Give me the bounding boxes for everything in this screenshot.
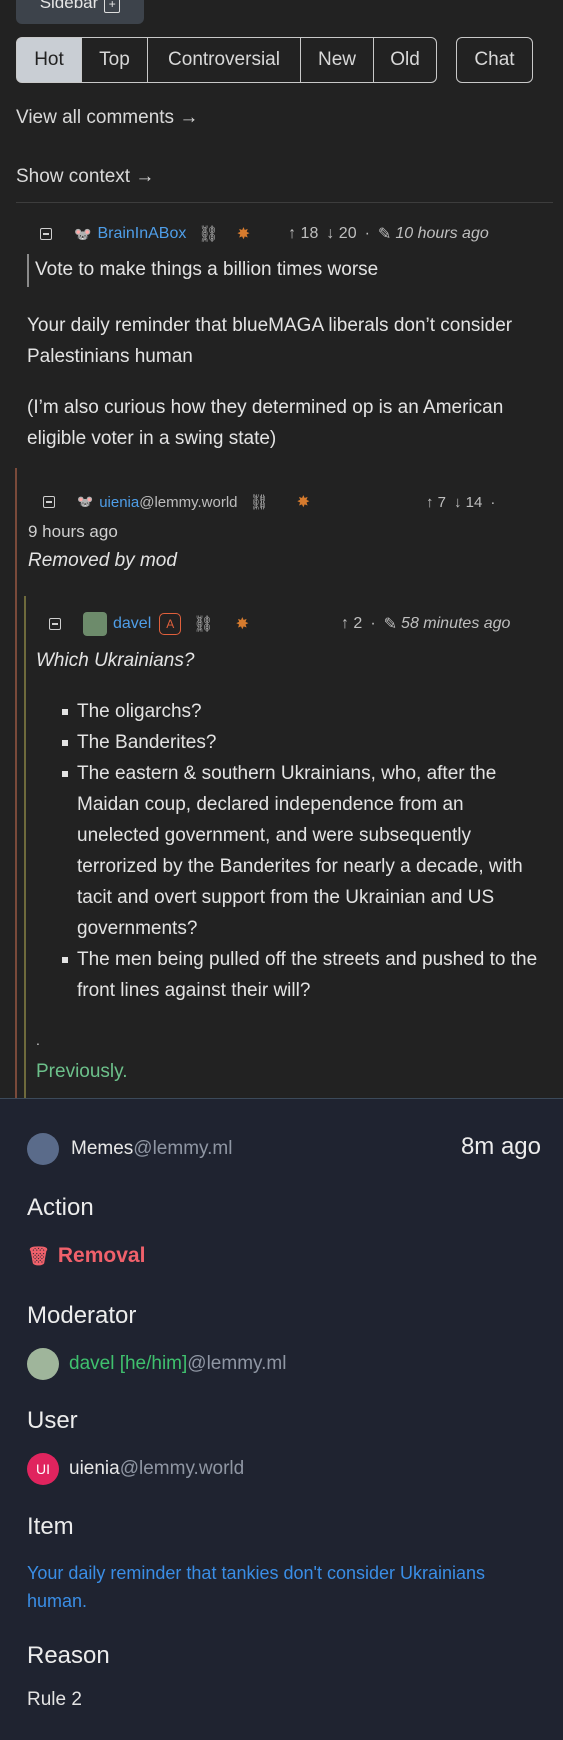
admin-badge: A <box>159 613 182 635</box>
comment1-paragraph2: (I’m also curious how they determined op… <box>27 397 504 449</box>
tab-top[interactable]: Top <box>82 37 148 83</box>
reason-heading: Reason <box>27 1642 110 1669</box>
sort-tabs: Hot Top Controversial New Old <box>16 37 437 83</box>
user-avatar-badge: UI <box>27 1453 59 1485</box>
collapse-icon[interactable] <box>43 496 55 508</box>
moderator-link[interactable]: davel [he/him] @lemmy.ml <box>27 1348 286 1380</box>
comment2-time: 9 hours ago <box>28 522 118 541</box>
previously-link[interactable]: Previously. <box>36 1061 128 1083</box>
sidebar-button-label: Sidebar <box>39 0 99 12</box>
show-context-link[interactable]: Show context → <box>16 166 154 188</box>
user-instance: @lemmy.world <box>119 1458 245 1479</box>
edit-icon: ✎ <box>383 616 398 633</box>
user-link[interactable]: UI uienia @lemmy.world <box>27 1453 244 1485</box>
reason-value: Rule 2 <box>27 1689 82 1710</box>
quote-bar <box>27 254 29 287</box>
link-icon[interactable]: ⛓ <box>193 614 213 634</box>
comment2-removed: Removed by mod <box>28 550 177 571</box>
modlog-panel: Memes @lemmy.ml 8m ago Action 🗑 Removal M… <box>0 1098 563 1740</box>
chat-button[interactable]: Chat <box>456 37 533 83</box>
action-value: 🗑 Removal <box>27 1244 145 1268</box>
community-instance: @lemmy.ml <box>133 1138 233 1159</box>
comment1-header: 🐭 BrainInABox ⛓ ✸ ↑ 18 ↓ 20 · ✎ 10 hours… <box>40 224 489 244</box>
comment3-upvotes[interactable]: ↑ 2 <box>341 615 362 633</box>
moderator-heading: Moderator <box>27 1302 137 1329</box>
item-heading: Item <box>27 1513 74 1540</box>
comment2-instance: @lemmy.world <box>139 493 238 511</box>
list-item: The eastern & southern Ukrainians, who, … <box>62 758 547 944</box>
list-item: The Banderites? <box>62 727 547 758</box>
moderator-name: davel [he/him] <box>69 1353 188 1374</box>
separator-dot: · <box>490 493 496 511</box>
action-heading: Action <box>27 1194 94 1221</box>
tab-new[interactable]: New <box>301 37 374 83</box>
link-icon[interactable]: ⛓ <box>250 493 269 511</box>
star-icon: ✸ <box>236 226 251 243</box>
comment2-header: 🐭 uienia @lemmy.world ⛓ ✸ ↑ 7 ↓ 14 · <box>43 492 495 512</box>
comment2-downvotes[interactable]: ↓ 14 <box>454 494 482 511</box>
comment1-downvotes[interactable]: ↓ 20 <box>326 225 356 243</box>
modlog-time: 8m ago <box>460 1133 541 1160</box>
star-icon: ✸ <box>296 494 310 511</box>
user-avatar-icon: 🐭 <box>77 494 94 509</box>
moderator-avatar-icon <box>27 1348 59 1380</box>
community-avatar-icon <box>27 1133 59 1165</box>
divider <box>16 202 553 203</box>
community-name: Memes <box>71 1138 134 1159</box>
item-link[interactable]: Your daily reminder that tankies don't c… <box>27 1559 497 1615</box>
tab-hot[interactable]: Hot <box>16 37 82 83</box>
comment2-upvotes[interactable]: ↑ 7 <box>426 494 446 511</box>
tab-old[interactable]: Old <box>374 37 437 83</box>
comment3-author[interactable]: davel <box>113 615 151 633</box>
link-icon[interactable]: ⛓ <box>198 224 218 244</box>
collapse-icon[interactable] <box>49 618 61 630</box>
thread-line <box>15 468 17 1098</box>
dot-line: . <box>36 1032 40 1048</box>
comment1-upvotes[interactable]: ↑ 18 <box>288 225 318 243</box>
comment3-time: 58 minutes ago <box>401 615 511 632</box>
comment1-author[interactable]: BrainInABox <box>97 225 186 243</box>
edit-icon: ✎ <box>377 226 392 243</box>
user-avatar-icon <box>83 612 107 636</box>
list-item: The men being pulled off the streets and… <box>62 944 547 1006</box>
modlog-community[interactable]: Memes @lemmy.ml <box>27 1133 232 1165</box>
comment1-paragraph1: Your daily reminder that blueMAGA libera… <box>27 315 513 367</box>
comment1-time: 10 hours ago <box>395 225 489 242</box>
expand-icon: + <box>104 0 121 13</box>
tab-controversial[interactable]: Controversial <box>148 37 301 83</box>
comment1-quote: Vote to make things a billion times wors… <box>35 259 379 280</box>
list-item: The oligarchs? <box>62 696 547 727</box>
comment3-lead: Which Ukrainians? <box>36 650 195 671</box>
sidebar-button[interactable]: Sidebar + <box>16 0 144 24</box>
user-avatar-icon: 🐭 <box>74 225 92 242</box>
user-name: uienia <box>69 1458 120 1479</box>
star-icon: ✸ <box>235 616 249 633</box>
thread-line <box>24 596 26 1098</box>
trash-icon: 🗑 <box>27 1245 50 1266</box>
comment3-bullets: The oligarchs? The Banderites? The easte… <box>62 696 547 1006</box>
comment2-author[interactable]: uienia <box>99 494 139 511</box>
view-all-comments-link[interactable]: View all comments → <box>16 107 198 129</box>
action-value-text: Removal <box>57 1244 146 1267</box>
moderator-instance: @lemmy.ml <box>187 1353 287 1374</box>
collapse-icon[interactable] <box>40 228 52 240</box>
comment3-header: davel A ⛓ ✸ ↑ 2 · ✎ 58 minutes ago <box>49 612 510 636</box>
user-heading: User <box>27 1407 78 1434</box>
